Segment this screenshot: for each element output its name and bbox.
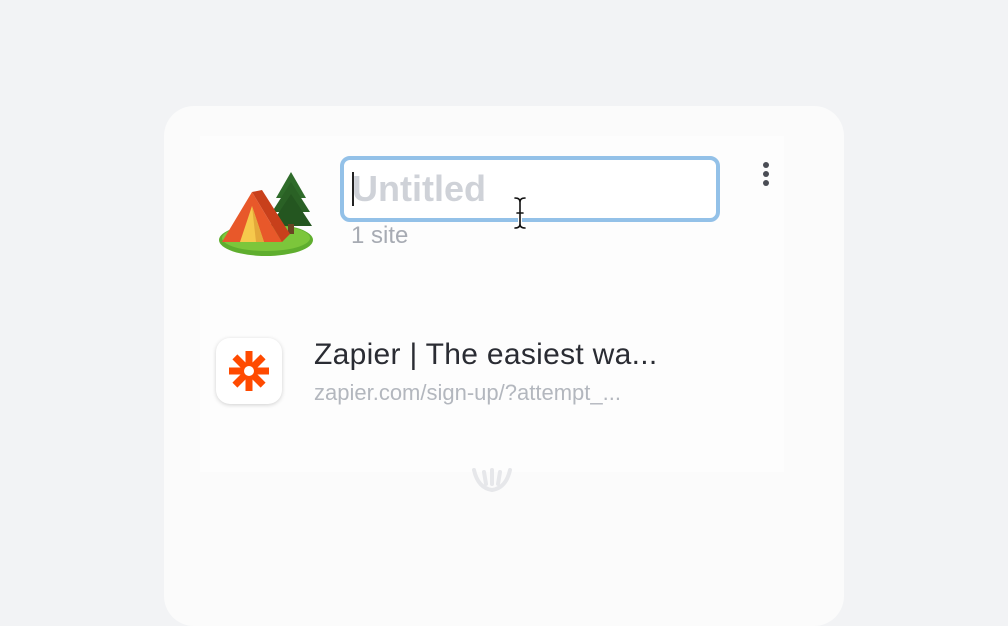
text-caret (352, 172, 354, 206)
site-list-item[interactable]: Zapier | The easiest wa... zapier.com/si… (200, 320, 784, 424)
ellipsis-dot (763, 180, 769, 186)
drag-handle-icon (472, 468, 512, 493)
site-count: 1 site (351, 222, 409, 249)
zapier-logo-icon (229, 351, 269, 391)
ellipsis-dot (763, 171, 769, 177)
text-cursor-icon (513, 196, 527, 230)
site-favicon (216, 338, 282, 404)
site-url: zapier.com/sign-up/?attempt_... (314, 380, 621, 405)
camping-tent-icon[interactable] (216, 168, 316, 260)
title-input-wrapper (340, 156, 720, 222)
site-title: Zapier | The easiest wa... (314, 338, 658, 371)
vertical-ellipsis-icon (763, 162, 769, 168)
more-options-button[interactable] (752, 156, 780, 192)
